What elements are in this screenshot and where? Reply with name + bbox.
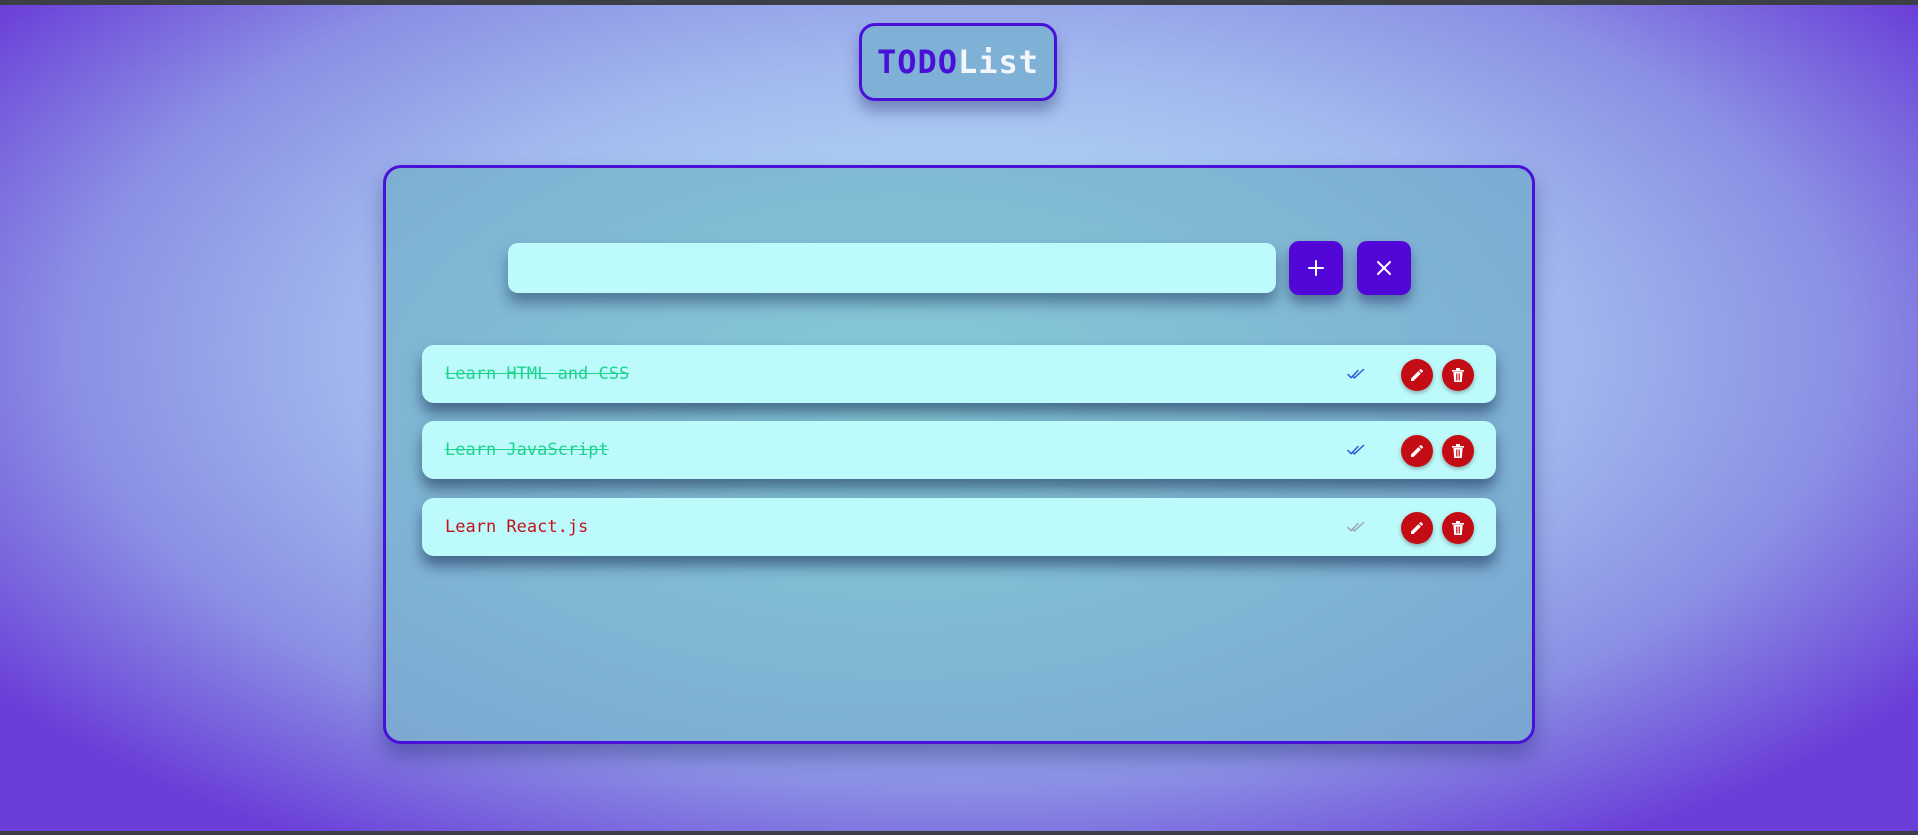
todo-item-text: Learn React.js	[445, 517, 589, 537]
complete-toggle[interactable]	[1347, 441, 1365, 459]
edit-button[interactable]	[1401, 359, 1433, 391]
trash-icon	[1451, 367, 1465, 383]
edit-button[interactable]	[1401, 512, 1433, 544]
edit-button[interactable]	[1401, 435, 1433, 467]
delete-button[interactable]	[1442, 359, 1474, 391]
todo-item-text: Learn JavaScript	[445, 440, 609, 460]
close-icon	[1375, 259, 1393, 277]
todo-item: Learn HTML and CSS	[422, 345, 1496, 403]
delete-button[interactable]	[1442, 435, 1474, 467]
todo-input[interactable]	[508, 243, 1276, 293]
delete-button[interactable]	[1442, 512, 1474, 544]
pencil-icon	[1409, 443, 1425, 459]
window-top-border	[0, 0, 1918, 5]
add-todo-button[interactable]	[1289, 241, 1343, 295]
app-title: TODO List	[859, 23, 1057, 101]
title-list-text: List	[958, 43, 1040, 81]
window-bottom-border	[0, 831, 1918, 835]
pencil-icon	[1409, 520, 1425, 536]
trash-icon	[1451, 520, 1465, 536]
double-check-icon	[1347, 444, 1365, 456]
complete-toggle[interactable]	[1347, 365, 1365, 383]
title-todo-text: TODO	[876, 43, 958, 81]
todo-item: Learn JavaScript	[422, 421, 1496, 479]
complete-toggle[interactable]	[1347, 518, 1365, 536]
pencil-icon	[1409, 367, 1425, 383]
clear-input-button[interactable]	[1357, 241, 1411, 295]
todo-item-text: Learn HTML and CSS	[445, 364, 630, 384]
todo-item: Learn React.js	[422, 498, 1496, 556]
double-check-icon	[1347, 521, 1365, 533]
trash-icon	[1451, 443, 1465, 459]
double-check-icon	[1347, 368, 1365, 380]
plus-icon	[1306, 258, 1326, 278]
